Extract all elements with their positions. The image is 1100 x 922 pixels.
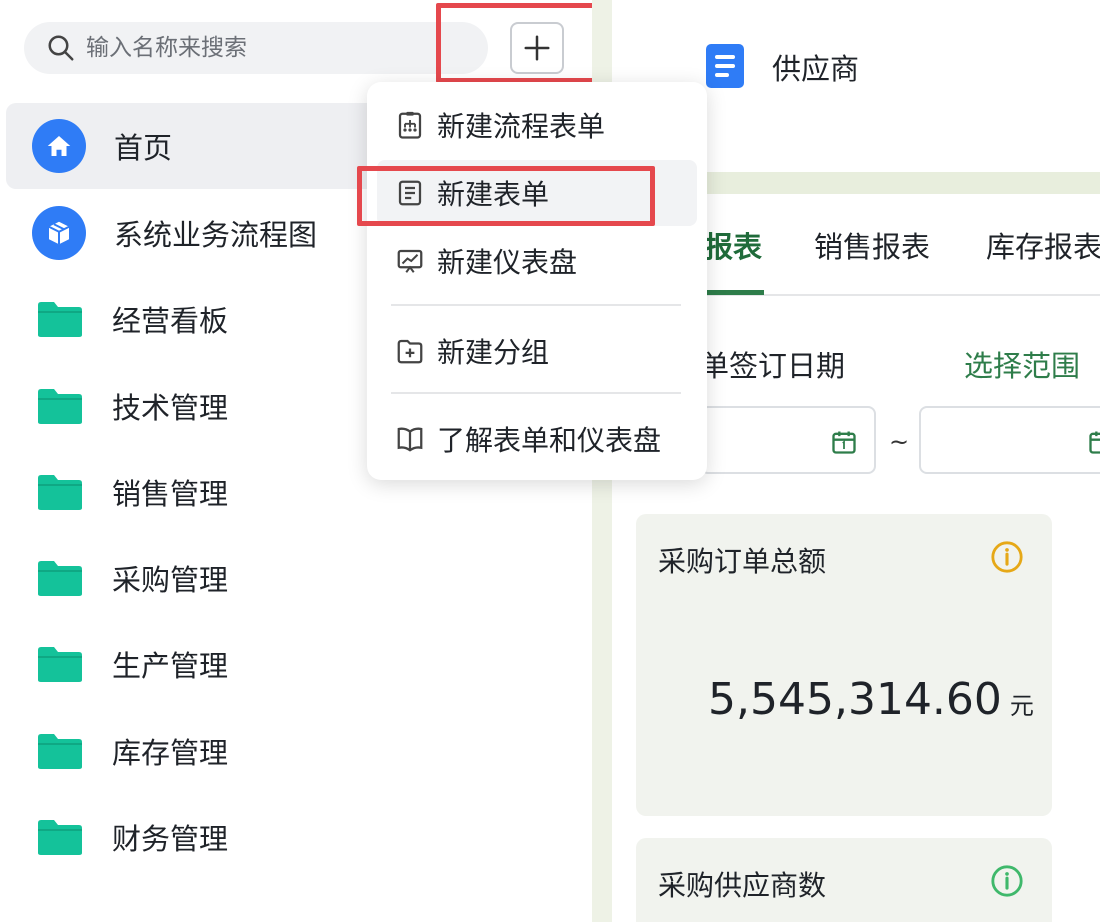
menu-item-label: 新建仪表盘 — [437, 246, 578, 279]
supplier-count-card: 采购供应商数 — [636, 838, 1052, 922]
info-icon[interactable] — [990, 540, 1024, 574]
page-title: 供应商 — [772, 52, 860, 86]
folder-icon — [38, 302, 82, 337]
sidebar-item-inventory-mgmt[interactable]: 库存管理 — [6, 708, 586, 794]
folder-icon — [38, 734, 82, 769]
active-tab-indicator — [702, 290, 764, 295]
purchase-total-card: 采购订单总额 5,545,314.60 元 — [636, 514, 1052, 816]
menu-item-label: 了解表单和仪表盘 — [437, 424, 662, 457]
folder-icon — [38, 647, 82, 682]
folder-icon — [38, 561, 82, 596]
folder-icon — [38, 389, 82, 424]
calendar-icon — [832, 431, 856, 454]
sidebar-item-label: 经营看板 — [112, 304, 229, 338]
menu-divider — [391, 392, 681, 394]
range-separator: ~ — [889, 428, 910, 456]
menu-divider — [391, 304, 681, 306]
menu-item-label: 新建流程表单 — [437, 110, 606, 143]
flow-form-icon — [398, 111, 422, 139]
start-date-field[interactable] — [700, 406, 876, 474]
new-form-highlight — [357, 166, 655, 226]
create-menu: 新建流程表单 新建表单 新建仪表盘 新建分组 了解表单和仪表盘 — [367, 82, 707, 480]
card-title: 采购供应商数 — [658, 869, 827, 902]
folder-icon — [38, 820, 82, 855]
end-date-field[interactable] — [919, 406, 1100, 474]
search-input[interactable] — [86, 35, 426, 61]
card-amount: 5,545,314.60 — [708, 674, 1002, 725]
sidebar-item-label: 生产管理 — [112, 649, 229, 683]
sidebar-item-label: 系统业务流程图 — [114, 218, 318, 252]
sidebar-item-finance-mgmt[interactable]: 财务管理 — [6, 794, 586, 880]
sidebar-item-label: 首页 — [114, 131, 173, 165]
filter-label: 单签订日期 — [700, 349, 846, 383]
sidebar-item-label: 技术管理 — [112, 391, 229, 425]
home-icon — [32, 119, 86, 173]
search-box[interactable] — [24, 22, 488, 74]
sidebar-item-label: 销售管理 — [112, 477, 229, 511]
tab-sales-report[interactable]: 销售报表 — [814, 224, 930, 266]
sidebar-item-label: 采购管理 — [112, 563, 229, 597]
calendar-icon — [1089, 431, 1100, 454]
search-icon — [48, 35, 74, 61]
menu-item-new-flow-form[interactable]: 新建流程表单 — [377, 92, 697, 158]
folder-icon — [38, 475, 82, 510]
add-group-icon — [397, 339, 423, 364]
document-icon — [706, 44, 744, 88]
card-unit: 元 — [1009, 692, 1034, 720]
info-icon[interactable] — [990, 864, 1024, 898]
tab-report[interactable]: 报表 — [704, 224, 762, 266]
menu-item-learn-forms[interactable]: 了解表单和仪表盘 — [377, 406, 697, 472]
sidebar-item-label: 财务管理 — [112, 822, 229, 856]
sidebar-item-label: 库存管理 — [112, 736, 229, 770]
tab-inventory-report[interactable]: 库存报表 — [986, 224, 1100, 266]
select-range-link[interactable]: 选择范围 — [964, 343, 1080, 385]
card-title: 采购订单总额 — [658, 545, 827, 578]
book-icon — [397, 427, 423, 452]
add-button-highlight — [436, 3, 598, 83]
box-icon — [32, 206, 86, 260]
menu-item-new-dashboard[interactable]: 新建仪表盘 — [377, 228, 697, 294]
menu-item-new-group[interactable]: 新建分组 — [377, 318, 697, 384]
card-value: 5,545,314.60 元 — [708, 674, 1034, 725]
sidebar-item-purchase-mgmt[interactable]: 采购管理 — [6, 535, 586, 621]
dashboard-icon — [397, 249, 423, 273]
sidebar-item-production-mgmt[interactable]: 生产管理 — [6, 621, 586, 707]
menu-item-label: 新建分组 — [437, 336, 550, 369]
